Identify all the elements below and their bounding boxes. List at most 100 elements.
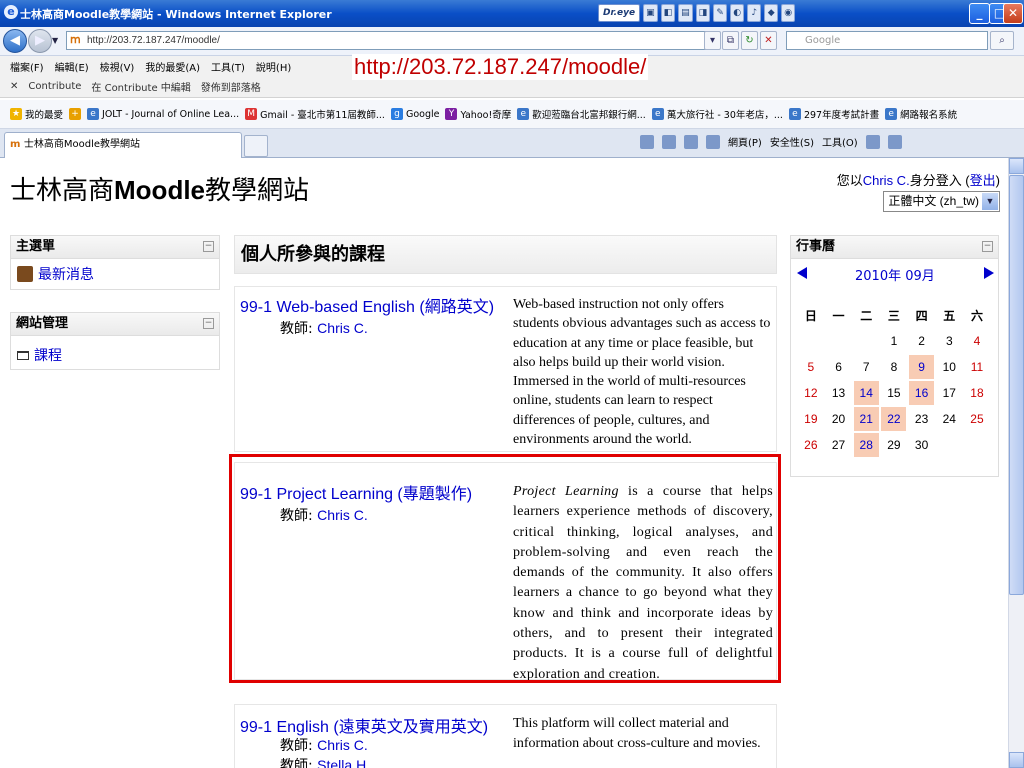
menu-help[interactable]: 說明(H) [256, 59, 291, 74]
calendar-day: 20 [831, 412, 846, 426]
fav-item[interactable]: M Gmail - 臺北市第11屆教師... [245, 107, 385, 121]
menu-favorites[interactable]: 我的最愛(A) [145, 59, 200, 74]
news-forum-link[interactable]: 最新消息 [11, 259, 219, 289]
block-header: 行事曆 − [791, 236, 998, 259]
home-icon[interactable] [640, 134, 654, 149]
calendar-day[interactable]: 16 [908, 380, 936, 406]
teacher-link[interactable]: Stella H. [317, 757, 370, 768]
fav-item[interactable]: e 網路報名系統 [885, 107, 957, 121]
addon-icon[interactable]: ♪ [747, 4, 762, 22]
calendar-day [797, 328, 825, 354]
next-month-icon[interactable] [984, 267, 994, 279]
teacher-link[interactable]: Chris C. [317, 320, 368, 336]
prev-month-icon[interactable] [797, 267, 807, 279]
compat-view-button[interactable]: ⧉ [722, 31, 739, 50]
language-select[interactable]: 正體中文 (zh_tw) ▼ [883, 191, 1000, 212]
add-favorite-icon[interactable]: + [69, 108, 82, 120]
fav-item[interactable]: e JOLT - Journal of Online Lea... [87, 108, 239, 120]
courses-link[interactable]: 課程 [11, 336, 219, 370]
weekday-header: 五 [943, 308, 956, 323]
collapse-icon[interactable]: − [203, 318, 214, 329]
new-tab-button[interactable] [244, 135, 268, 157]
menu-tools[interactable]: 工具(T) [211, 59, 245, 74]
addon-icon[interactable]: ◨ [695, 4, 711, 22]
collapse-icon[interactable]: − [982, 241, 993, 252]
contribute-edit-button[interactable]: 在 Contribute 中編輯 [91, 79, 190, 94]
calendar-day[interactable]: 22 [880, 406, 908, 432]
course-summary: Web-based instruction not only offers st… [513, 297, 771, 448]
scroll-thumb[interactable] [1009, 175, 1024, 595]
calendar-day [825, 328, 853, 354]
fav-item[interactable]: e 歡迎蒞臨台北富邦銀行網... [517, 107, 646, 121]
weekday-header: 二 [860, 308, 873, 323]
calendar-week: 26 27 28 29 30 [797, 432, 991, 458]
fav-item[interactable]: g Google [390, 108, 439, 120]
search-input[interactable]: Google [786, 31, 988, 50]
history-dropdown-icon[interactable]: ▼ [52, 36, 58, 45]
menu-view[interactable]: 檢視(V) [100, 59, 135, 74]
logout-link[interactable]: 登出 [970, 173, 996, 188]
fav-item[interactable]: e 297年度考試計畫 [788, 107, 879, 121]
collapse-icon[interactable]: − [203, 241, 214, 252]
calendar-day[interactable]: 21 [852, 406, 880, 432]
cmd-safety[interactable]: 安全性(S) [770, 134, 814, 149]
folder-icon [17, 350, 29, 360]
scroll-down-button[interactable] [1009, 752, 1024, 768]
fav-item[interactable]: Y Yahoo!奇摩 [445, 107, 511, 121]
calendar-day: 18 [970, 386, 984, 400]
menu-edit[interactable]: 編輯(E) [55, 59, 89, 74]
menu-file[interactable]: 檔案(F) [10, 59, 44, 74]
help-icon[interactable] [865, 134, 880, 149]
url-dropdown-button[interactable]: ▾ [704, 31, 721, 50]
teacher-link[interactable]: Chris C. [317, 737, 368, 753]
url-input[interactable]: ⅿ http://203.72.187.247/moodle/ [66, 31, 716, 50]
addon-icon[interactable]: ▤ [678, 4, 693, 22]
course-link[interactable]: 99-1 Web-based English (網路英文) [240, 293, 494, 317]
mail-icon[interactable] [684, 134, 698, 149]
cmd-tools[interactable]: 工具(O) [822, 134, 858, 149]
calendar-day: 7 [862, 360, 870, 374]
calendar-day: 29 [887, 438, 901, 452]
calendar-day [935, 432, 963, 458]
contribute-close-icon[interactable]: ✕ [10, 81, 18, 92]
calendar-day: 26 [804, 438, 818, 452]
url-text: http://203.72.187.247/moodle/ [87, 35, 220, 46]
favorites-bar: ★ 我的最愛 + e JOLT - Journal of Online Lea...… [0, 100, 1024, 129]
stop-button[interactable]: ✕ [760, 31, 777, 50]
contribute-label[interactable]: Contribute [28, 81, 81, 92]
refresh-button[interactable]: ↻ [741, 31, 758, 50]
vertical-scrollbar[interactable] [1008, 158, 1024, 768]
fav-item[interactable]: e 萬大旅行社 - 30年老店，... [651, 107, 783, 121]
addon-icon[interactable]: ◧ [660, 4, 676, 22]
calendar-day[interactable]: 28 [852, 432, 880, 458]
addon-icon[interactable]: ◉ [781, 4, 796, 22]
moodle-favicon-icon: ⅿ [70, 34, 81, 46]
contribute-blog-button[interactable]: 發佈到部落格 [201, 79, 261, 94]
search-icon[interactable]: ⌕ [990, 31, 1014, 50]
addon-icon[interactable]: ✎ [713, 4, 728, 22]
scroll-up-button[interactable] [1009, 158, 1024, 174]
calendar-day[interactable]: 9 [908, 354, 936, 380]
calendar-month-title[interactable]: 2010年 09月 [855, 265, 935, 284]
tab-moodle[interactable]: ⅿ 士林高商Moodle教學網站 [4, 132, 242, 158]
cmd-page[interactable]: 網頁(P) [728, 134, 762, 149]
addon-icon[interactable]: ◐ [730, 4, 745, 22]
minimize-button[interactable]: _ [969, 3, 990, 24]
calendar-day[interactable]: 14 [852, 380, 880, 406]
ie-page-icon: e [517, 108, 530, 120]
print-icon[interactable] [706, 134, 720, 149]
research-icon[interactable] [887, 134, 902, 149]
back-button[interactable]: ◀ [3, 29, 27, 53]
feeds-icon[interactable] [662, 134, 676, 149]
user-link[interactable]: Chris C. [863, 173, 910, 188]
course-link[interactable]: 99-1 English (遠東英文及實用英文) [240, 713, 488, 737]
calendar-day: 8 [890, 360, 898, 374]
addon-icon[interactable]: ▣ [643, 4, 658, 22]
login-info: 您以Chris C.身分登入 (登出) [836, 173, 1000, 188]
favorites-button[interactable]: ★ 我的最愛 [10, 107, 63, 121]
forward-button[interactable]: ▶ [28, 29, 52, 53]
close-button[interactable]: ✕ [1003, 3, 1023, 24]
dreye-button[interactable]: Dr.eye [598, 4, 641, 22]
calendar-day: 30 [914, 438, 929, 452]
addon-icon[interactable]: ◆ [764, 4, 779, 22]
